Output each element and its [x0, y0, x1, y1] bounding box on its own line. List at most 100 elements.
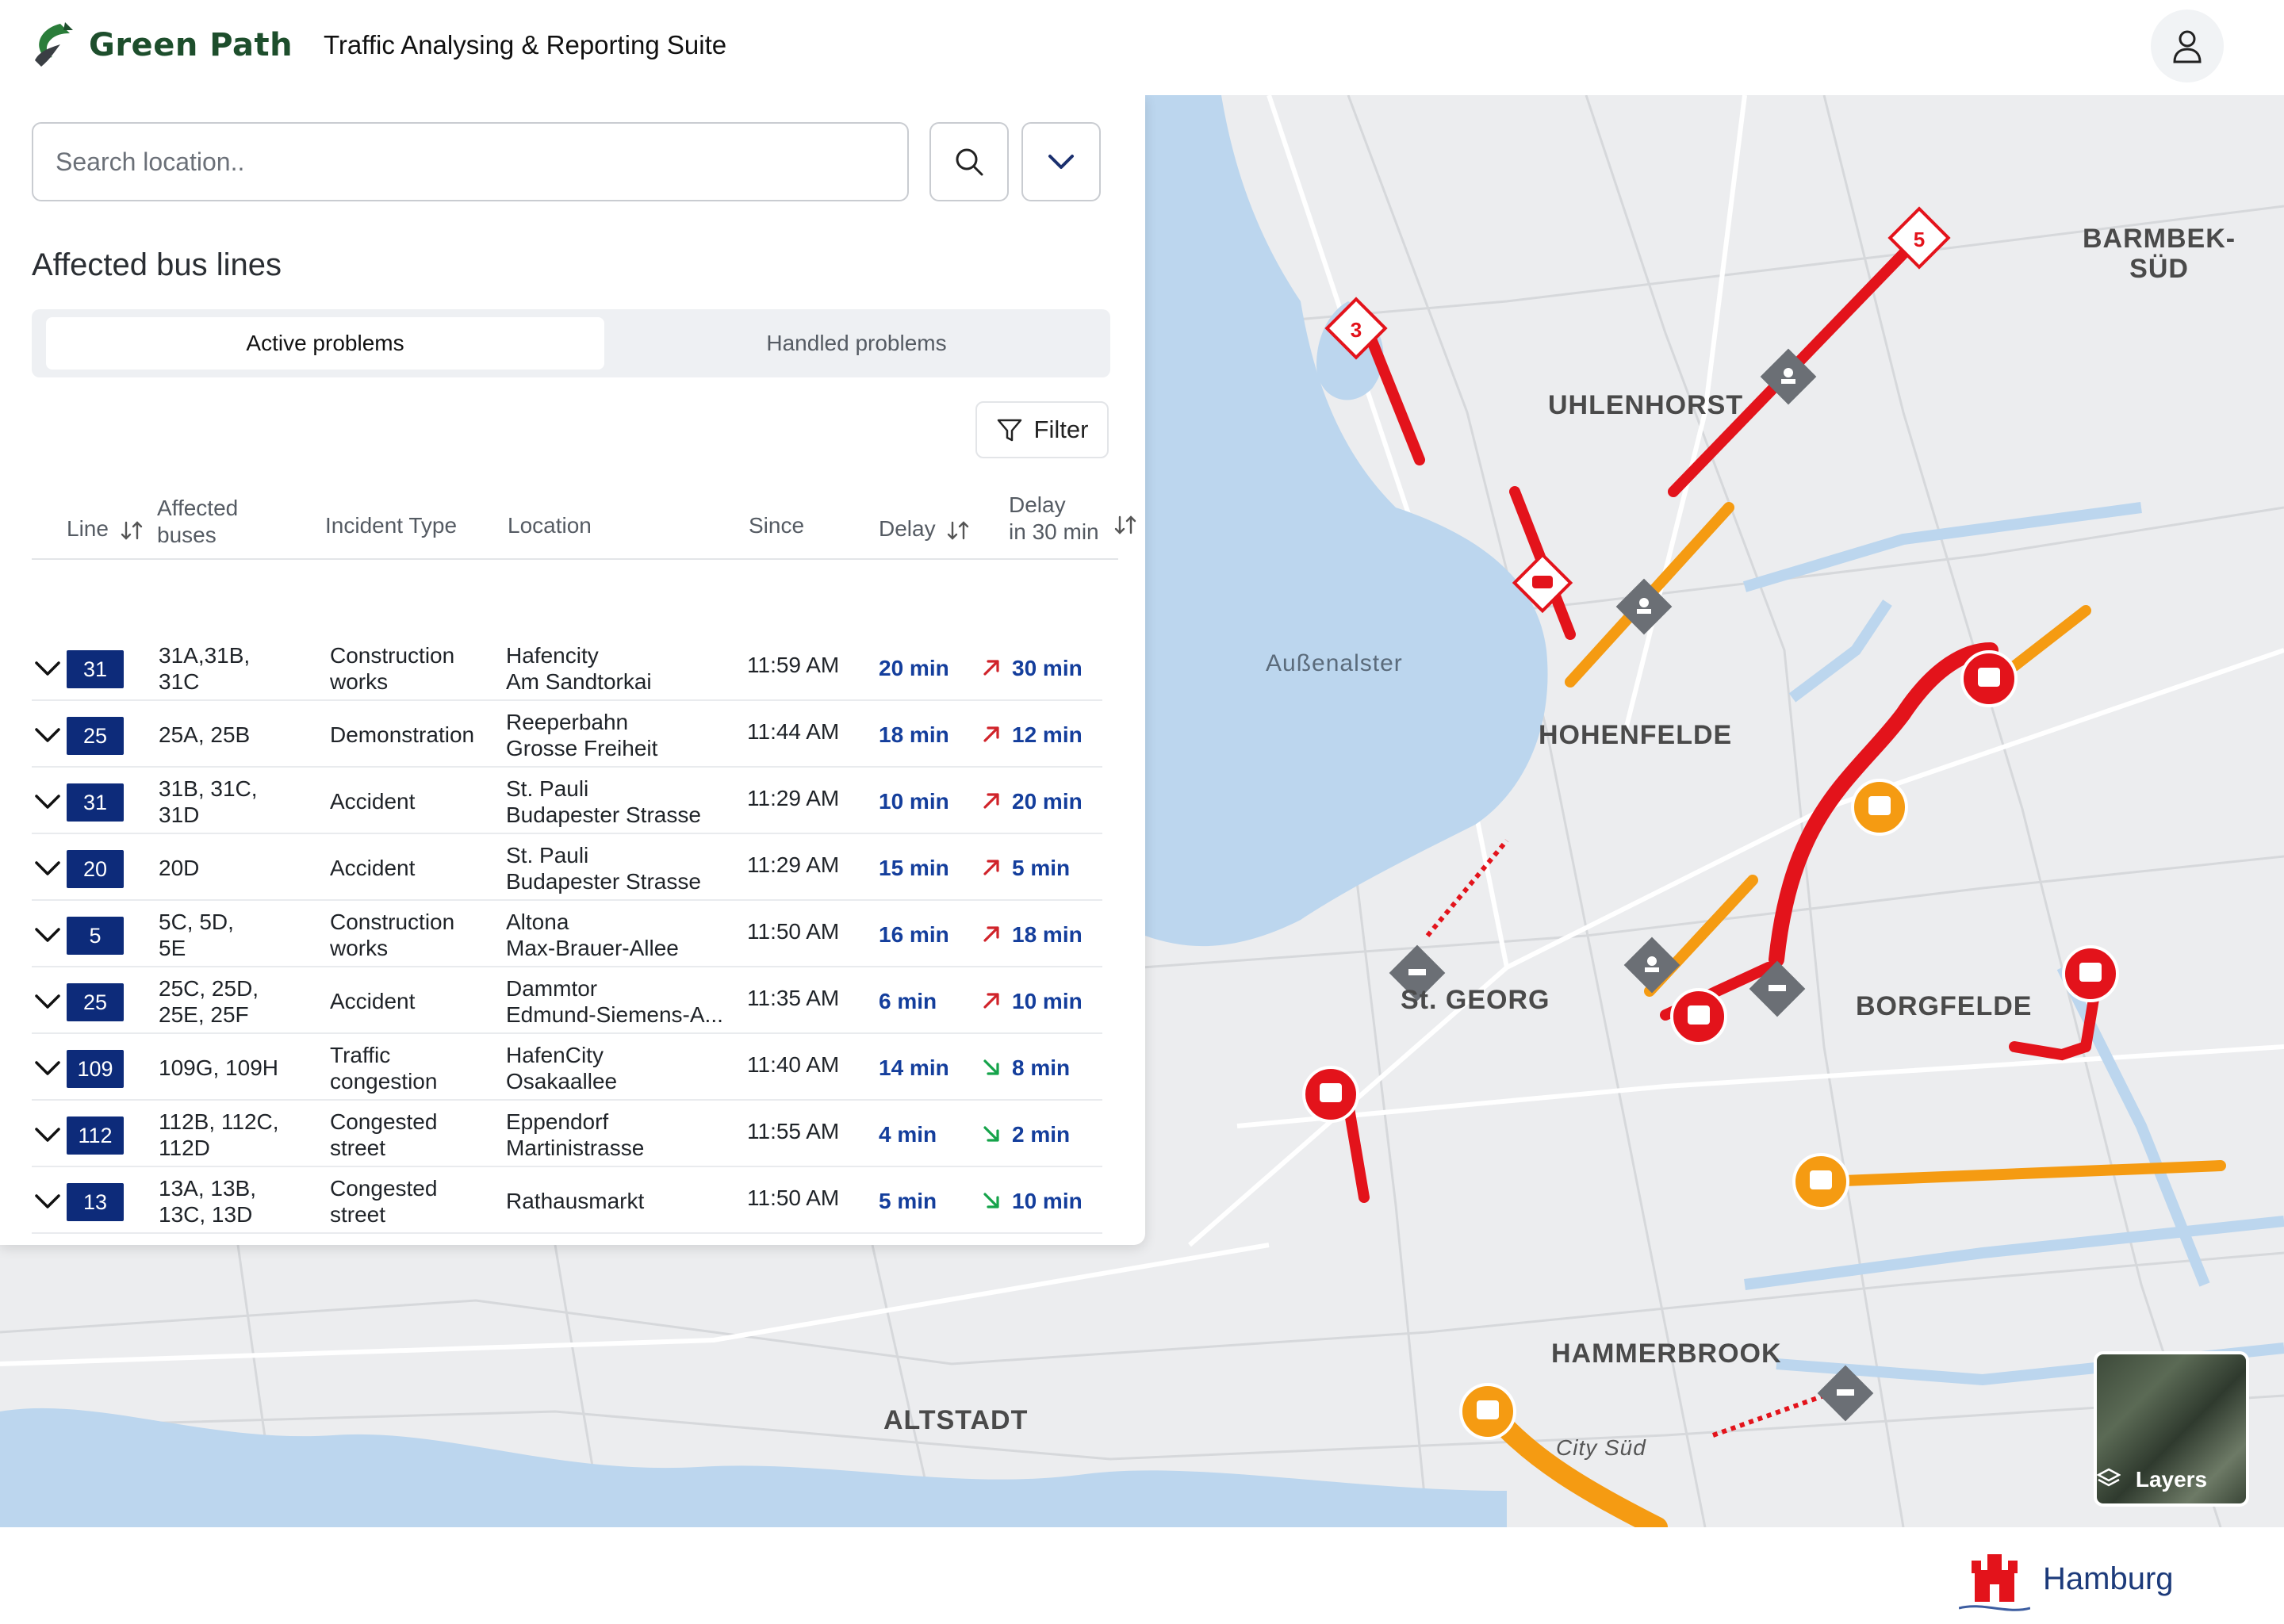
tab-handled-problems[interactable]: Handled problems [604, 317, 1109, 370]
header-incident-type: Incident Type [325, 513, 458, 538]
since-time: 11:44 AM [747, 719, 840, 744]
search-icon [956, 148, 983, 176]
bus-marker-moderate[interactable] [1851, 779, 1908, 836]
table-row[interactable]: 31 31B, 31C, 31D Accident St. Pauli Budapes… [32, 768, 1102, 834]
delay-in-30-min: 18 min [1012, 922, 1083, 947]
header-location: Location [508, 513, 592, 538]
location: St. Pauli Budapester Strasse [506, 776, 701, 827]
table-row[interactable]: 20 20D Accident St. Pauli Budapester Strass… [32, 834, 1102, 901]
trend-down-arrow-icon [983, 1126, 999, 1142]
header-delay-30: Delay in 30 min [1009, 492, 1099, 544]
incident-type: Congested street [330, 1109, 438, 1160]
incident-type: Construction works [330, 910, 455, 960]
current-delay: 4 min [879, 1122, 937, 1147]
current-delay: 5 min [879, 1189, 937, 1213]
affected-buses: 112B, 112C, 112D [159, 1109, 279, 1160]
layers-label: Layers [2135, 1467, 2208, 1492]
delay-in-30-min: 2 min [1012, 1122, 1071, 1147]
trend-down-arrow-icon [983, 1059, 999, 1075]
chevron-down-icon [1048, 155, 1074, 169]
expand-row-chevron-icon[interactable] [32, 718, 63, 750]
trend-up-arrow-icon [983, 726, 999, 742]
expand-row-chevron-icon[interactable] [32, 1185, 63, 1216]
location: Rathausmarkt [506, 1189, 645, 1213]
incident-type: Accident [330, 789, 416, 814]
current-delay: 6 min [879, 989, 937, 1013]
trend-down-arrow-icon [983, 1193, 999, 1208]
location: Eppendorf Martinistrasse [506, 1109, 645, 1160]
affected-lines-panel: Search location.. Affected bus lines Act… [0, 95, 1145, 1245]
map-label-hohenfelde: HOHENFELDE [1539, 720, 1733, 750]
incident-type: Construction works [330, 643, 455, 694]
bus-marker-severe[interactable] [1670, 988, 1727, 1045]
since-time: 11:50 AM [747, 919, 840, 944]
sort-icon[interactable] [1113, 514, 1137, 536]
location: Dammtor Edmund-Siemens-A... [506, 976, 723, 1027]
expand-row-chevron-icon[interactable] [32, 985, 63, 1017]
expand-row-chevron-icon[interactable] [32, 1118, 63, 1150]
bus-marker-severe[interactable] [2062, 945, 2119, 1002]
map-label-barmbek: BARMBEK- SÜD [2083, 224, 2236, 284]
map-label-city-sued: City Süd [1556, 1435, 1646, 1460]
location: Hafencity Am Sandtorkai [506, 643, 652, 694]
user-account-button[interactable] [2151, 10, 2224, 82]
trend-up-arrow-icon [983, 793, 999, 809]
problem-tabs: Active problems Handled problems [32, 309, 1110, 377]
table-row[interactable]: 25 25A, 25B Demonstration Reeperbahn Grosse… [32, 701, 1102, 768]
incident-type: Congested street [330, 1176, 438, 1227]
line-badge: 109 [67, 1050, 124, 1088]
layers-button[interactable]: Layers [2094, 1351, 2249, 1507]
affected-buses: 5C, 5D, 5E [159, 910, 234, 960]
header-line[interactable]: Line [67, 515, 144, 542]
header-since: Since [749, 513, 805, 538]
sort-icon [121, 520, 142, 540]
table-row[interactable]: 112 112B, 112C, 112D Congested street Eppen… [32, 1101, 1102, 1167]
bus-marker-moderate[interactable] [1459, 1383, 1516, 1440]
bus-marker-severe[interactable] [1960, 650, 2018, 707]
filter-button[interactable]: Filter [975, 401, 1109, 458]
header-delay[interactable]: Delay [879, 515, 970, 542]
search-input[interactable]: Search location.. [32, 122, 909, 201]
expand-row-chevron-icon[interactable] [32, 852, 63, 883]
line-badge: 25 [67, 983, 124, 1021]
trend-up-arrow-icon [983, 660, 999, 676]
footer: Hamburg [0, 1527, 2284, 1624]
expand-row-chevron-icon[interactable] [32, 1051, 63, 1083]
search-button[interactable] [929, 122, 1009, 201]
bus-marker-moderate[interactable] [1792, 1153, 1849, 1210]
location: St. Pauli Budapester Strasse [506, 843, 701, 894]
table-row[interactable]: 5 5C, 5D, 5E Construction works Altona Max-… [32, 901, 1102, 967]
bus-marker-severe[interactable] [1302, 1066, 1359, 1123]
since-time: 11:55 AM [747, 1119, 840, 1143]
tab-active-problems[interactable]: Active problems [46, 317, 604, 370]
table-row[interactable]: 13 13A, 13B, 13C, 13D Congested street Rath… [32, 1167, 1102, 1234]
current-delay: 15 min [879, 856, 949, 880]
map-label-hammerbrook: HAMMERBROOK [1551, 1339, 1782, 1369]
expand-dropdown-button[interactable] [1021, 122, 1101, 201]
table-row[interactable]: 109 109G, 109H Traffic congestion HafenCity… [32, 1034, 1102, 1101]
trend-up-arrow-icon [983, 993, 999, 1009]
since-time: 11:29 AM [747, 786, 840, 810]
incident-type: Accident [330, 989, 416, 1013]
brand-name: Green Path [89, 27, 293, 63]
current-delay: 14 min [879, 1055, 949, 1080]
location: Altona Max-Brauer-Allee [506, 910, 679, 960]
header-line-label: Line [67, 516, 109, 541]
expand-row-chevron-icon[interactable] [32, 652, 63, 684]
suite-title: Traffic Analysing & Reporting Suite [324, 30, 727, 59]
filter-label: Filter [1033, 416, 1089, 443]
current-delay: 16 min [879, 922, 949, 947]
incident-type: Accident [330, 856, 416, 880]
expand-row-chevron-icon[interactable] [32, 918, 63, 950]
delay-in-30-min: 8 min [1012, 1055, 1071, 1080]
panel-title: Affected bus lines [32, 247, 282, 282]
current-delay: 18 min [879, 722, 949, 747]
app-logo[interactable]: Green Path [29, 21, 293, 70]
table-row[interactable]: 31 31A,31B, 31C Construction works Hafencit… [32, 634, 1102, 701]
current-delay: 20 min [879, 656, 949, 680]
since-time: 11:50 AM [747, 1185, 840, 1210]
location: Reeperbahn Grosse Freiheit [506, 710, 658, 760]
header-delay-label: Delay [879, 516, 936, 541]
table-row[interactable]: 25 25C, 25D, 25E, 25F Accident Dammtor Edmu… [32, 967, 1102, 1034]
expand-row-chevron-icon[interactable] [32, 785, 63, 817]
